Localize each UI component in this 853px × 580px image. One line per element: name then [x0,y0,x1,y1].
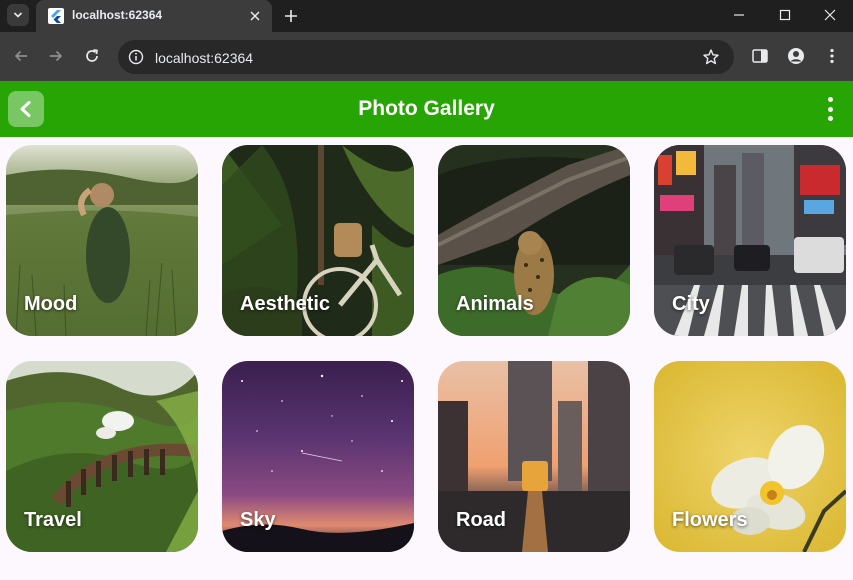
side-panel-icon[interactable] [751,47,769,65]
card-label: Mood [24,293,78,315]
info-icon[interactable] [128,49,144,65]
gallery-card-aesthetic[interactable]: Aesthetic [222,145,414,336]
more-vert-icon[interactable] [823,47,841,65]
gallery-card-city[interactable]: City [654,145,846,336]
card-label: Sky [240,509,276,531]
arrow-right-icon [50,50,63,62]
gallery-card-mood[interactable]: Mood [6,145,198,336]
more-dot-icon [827,116,833,121]
close-icon[interactable] [248,9,262,23]
gallery-card-flowers[interactable]: Flowers [654,361,846,552]
reload-button[interactable] [82,46,102,66]
card-label: City [672,293,710,315]
bookmark-star-icon[interactable] [702,48,720,66]
browser-tab[interactable]: localhost:62364 [36,0,272,32]
card-label: Aesthetic [240,293,331,315]
minimize-icon [734,14,744,16]
browser-toolbar: localhost:62364 [0,32,853,81]
card-label: Animals [456,293,534,315]
gallery-card-travel[interactable]: Travel [6,361,198,552]
gallery-card-sky[interactable]: Sky [222,361,414,552]
flutter-icon [48,8,64,24]
address-bar[interactable]: localhost:62364 [118,40,734,74]
more-dot-icon [827,106,833,112]
page-title: Photo Gallery [358,97,495,120]
reload-icon [86,49,98,62]
browser-tab-strip: localhost:62364 [0,0,853,32]
maximize-button[interactable] [762,0,808,30]
back-nav-button[interactable] [11,46,31,66]
tab-search-button[interactable] [7,4,29,26]
forward-nav-button[interactable] [46,46,66,66]
chevron-down-icon [13,12,23,18]
card-label: Travel [24,509,82,531]
arrow-left-icon [14,50,27,62]
url-text[interactable]: localhost:62364 [155,50,253,66]
card-label: Road [456,509,506,531]
gallery-card-road[interactable]: Road [438,361,630,552]
minimize-button[interactable] [716,0,762,30]
close-icon [824,9,836,21]
tab-title: localhost:62364 [72,8,163,22]
card-label: Flowers [672,509,748,531]
overflow-menu-button[interactable] [820,97,840,121]
maximize-icon [779,9,791,21]
profile-icon[interactable] [787,47,805,65]
new-tab-plus-icon[interactable] [282,7,300,25]
app-bar: Photo Gallery [0,81,853,137]
more-dot-icon [827,97,833,102]
gallery-card-animals[interactable]: Animals [438,145,630,336]
window-close-button[interactable] [807,0,853,30]
